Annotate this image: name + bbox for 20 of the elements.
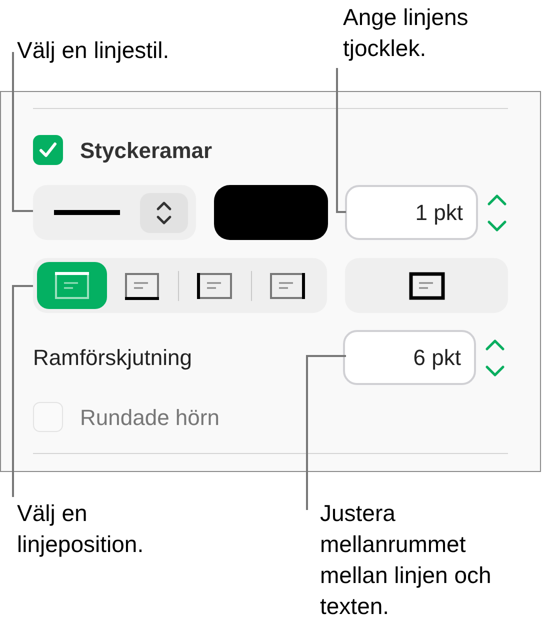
paragraph-border-icon — [124, 272, 160, 300]
checkbox-label: Styckeramar — [80, 136, 212, 165]
paragraph-border-icon — [54, 272, 90, 300]
callout-text: Välj en linjestil. — [17, 36, 170, 65]
callout-text: Ange linjens tjocklek. — [343, 3, 470, 63]
box-border-icon — [408, 272, 444, 300]
callout-text: Välj en linjeposition. — [17, 499, 145, 559]
color-well[interactable] — [214, 185, 328, 240]
popup-arrows-icon — [140, 192, 188, 232]
checkbox-label: Rundade hörn — [80, 404, 220, 432]
all-sides-button[interactable] — [345, 258, 508, 313]
callout-text: Justera mellanrummet mellan linjen och texten. — [320, 499, 492, 621]
checkmark-icon — [39, 142, 57, 158]
paragraph-border-icon — [269, 272, 306, 300]
line-style-popup[interactable] — [33, 185, 196, 240]
value-field[interactable]: 6 pkt — [343, 330, 476, 385]
offset-label: Ramförskjutning — [33, 344, 192, 372]
paragraph-border-icon — [196, 272, 233, 300]
checkbox[interactable] — [33, 135, 63, 165]
value-field[interactable]: 1 pkt — [345, 185, 478, 240]
